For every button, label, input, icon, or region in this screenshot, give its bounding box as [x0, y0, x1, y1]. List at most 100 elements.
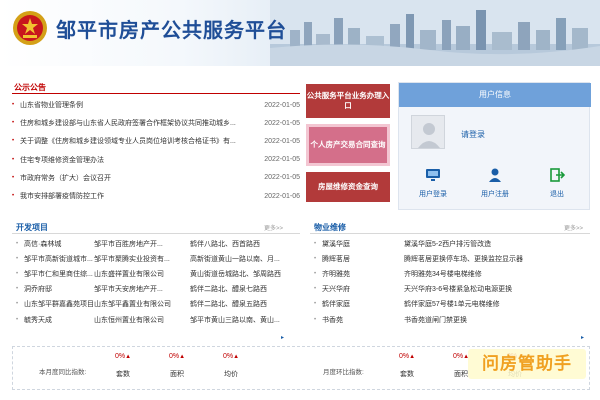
notices-divider — [12, 93, 300, 94]
projects-title: 开发项目 — [16, 223, 48, 232]
bullet-icon: • — [314, 270, 317, 277]
scroll-arrow-icon[interactable]: ▸ — [281, 334, 284, 341]
table-row[interactable]: • 高信·森林城 邹平市百胜房地产开... 鹤伴八路北、西首路西 — [16, 236, 300, 251]
enterprise-service-entry-button[interactable]: 公共服务平台业务办理入口 — [306, 84, 390, 118]
project-company: 山东盛祥置业有限公司 — [94, 270, 164, 278]
exit-icon — [550, 168, 565, 182]
stat-name: 均价 — [224, 371, 238, 378]
repair-community[interactable]: 鹤伴家庭 — [322, 299, 404, 309]
stat-name: 套数 — [400, 371, 414, 378]
user-register-label: 用户注册 — [481, 191, 509, 198]
stat-units-mom: 0%▲ 套数 — [387, 353, 427, 379]
repair-detail: 鹤伴家庭57号楼1单元电梯维修 — [404, 301, 500, 309]
bullet-icon: • — [314, 255, 317, 262]
repair-community[interactable]: 齐明雅苑 — [322, 269, 404, 279]
bullet-icon: • — [12, 156, 15, 163]
table-row[interactable]: • 齐明雅苑 齐明雅苑34号楼电梯维修 — [314, 266, 590, 281]
monthly-mom-label: 月度环比指数: — [323, 369, 364, 376]
table-row[interactable]: • 山东邹平群嘉鑫苑项目 山东邹平鑫置业有限公司 鹤伴二路北、醴泉五路西 — [16, 297, 300, 312]
scroll-arrow-icon[interactable]: ▸ — [581, 334, 584, 341]
list-item[interactable]: • 山东省物业管理条例 2022-01-05 — [12, 96, 300, 114]
stat-area-yoy: 0%▲ 面积 — [157, 353, 197, 379]
notice-list: • 山东省物业管理条例 2022-01-05 • 住房和城乡建设部与山东省人民政… — [12, 96, 300, 205]
project-address: 鹤伴二路北、醴泉七路西 — [190, 286, 267, 294]
repair-community[interactable]: 腾辉茗居 — [322, 254, 404, 264]
project-company: 邹平市天安房地产开... — [94, 286, 163, 294]
table-row[interactable]: • 书香苑 书香苑道闸门禁更换 — [314, 312, 590, 327]
project-address: 鹤伴八路北、西首路西 — [190, 240, 260, 248]
notice-date: 2022-01-05 — [264, 156, 300, 164]
monthly-yoy-label: 本月度同比指数: — [39, 369, 87, 376]
table-row[interactable]: • 邹平市仁和里商住综... 山东盛祥置业有限公司 黄山街道岳城路北、邹周路西 — [16, 266, 300, 281]
maintenance-fund-query-button[interactable]: 房屋维修资金查询 — [306, 172, 390, 202]
national-emblem-icon — [13, 11, 47, 45]
repair-community[interactable]: 天兴华府 — [322, 284, 404, 294]
site-title: 邹平市房产公共服务平台 — [56, 20, 287, 42]
list-item[interactable]: • 住宅专项维修资金管理办法 2022-01-05 — [12, 151, 300, 169]
personal-contract-query-button[interactable]: 个人房产交易合同查询 — [306, 124, 390, 166]
project-name[interactable]: 邹平市仁和里商住综... — [24, 269, 94, 279]
notice-text[interactable]: 市政府常务（扩大）会议召开 — [20, 173, 258, 183]
user-register-icon — [489, 168, 501, 182]
repair-community[interactable]: 黛溪华庭 — [322, 239, 404, 249]
user-login-button[interactable]: 用户登录 — [409, 167, 457, 199]
stat-percent: 0% — [114, 353, 126, 360]
project-company: 邹平市聚腾实业投资有... — [94, 255, 170, 263]
bullet-icon: • — [314, 301, 317, 308]
bullet-icon: • — [12, 193, 15, 200]
project-company: 山东恒州置业有限公司 — [94, 316, 164, 324]
project-name[interactable]: 邹平市高新街道城市... — [24, 254, 94, 264]
projects-more-link[interactable]: 更多>> — [264, 223, 283, 232]
list-item[interactable]: • 市政府常务（扩大）会议召开 2022-01-05 — [12, 169, 300, 187]
project-name[interactable]: 高信·森林城 — [24, 239, 94, 249]
notice-text[interactable]: 住宅专项维修资金管理办法 — [20, 155, 258, 165]
notice-date: 2022-01-06 — [264, 192, 300, 200]
project-name[interactable]: 山东邹平群嘉鑫苑项目 — [24, 299, 94, 309]
list-item[interactable]: • 我市安排部署疫情防控工作 2022-01-06 — [12, 187, 300, 205]
list-item[interactable]: • 住房和城乡建设部与山东省人民政府签署合作框架协议共同推动城乡... 2022… — [12, 114, 300, 132]
bullet-icon: • — [12, 102, 15, 109]
logout-button[interactable]: 退出 — [533, 167, 581, 199]
table-row[interactable]: • 毓秀天成 山东恒州置业有限公司 邹平市黄山三路以南、黄山... — [16, 312, 300, 327]
repair-title: 物业维修 — [314, 223, 346, 232]
projects-table: • 高信·森林城 邹平市百胜房地产开... 鹤伴八路北、西首路西 • 邹平市高新… — [16, 236, 300, 327]
notices-title: 公示公告 — [14, 83, 46, 92]
bullet-icon: • — [12, 120, 15, 127]
monitor-login-icon — [426, 169, 440, 181]
avatar-placeholder-icon — [418, 123, 440, 148]
table-row[interactable]: • 天兴华府 天兴华府3-6号楼紧急松动电源更换 — [314, 282, 590, 297]
projects-divider — [12, 233, 300, 234]
table-row[interactable]: • 腾辉茗居 腾辉茗居更换停车场、更换监控显示器 — [314, 251, 590, 266]
project-address: 黄山街道岳城路北、邹周路西 — [190, 270, 281, 278]
notice-text[interactable]: 住房和城乡建设部与山东省人民政府签署合作框架协议共同推动城乡... — [20, 118, 258, 128]
login-link[interactable]: 请登录 — [461, 129, 485, 140]
project-name[interactable]: 洞乔府邸 — [24, 284, 94, 294]
bullet-icon: • — [314, 240, 317, 247]
table-row[interactable]: • 鹤伴家庭 鹤伴家庭57号楼1单元电梯维修 — [314, 297, 590, 312]
repair-more-link[interactable]: 更多>> — [564, 223, 583, 232]
notice-text[interactable]: 山东省物业管理条例 — [20, 100, 258, 110]
stat-units-yoy: 0%▲ 套数 — [103, 353, 143, 379]
user-panel-title: 用户信息 — [399, 83, 591, 107]
up-arrow-icon: ▲ — [409, 354, 416, 360]
bullet-icon: • — [12, 174, 15, 181]
table-row[interactable]: • 邹平市高新街道城市... 邹平市聚腾实业投资有... 高新街道黄山一路以南、… — [16, 251, 300, 266]
notice-text[interactable]: 我市安排部署疫情防控工作 — [20, 191, 258, 201]
table-row[interactable]: • 黛溪华庭 黛溪华庭5-2西户排污管改造 — [314, 236, 590, 251]
project-address: 鹤伴二路北、醴泉五路西 — [190, 301, 267, 309]
notice-text[interactable]: 关于调整《住房和城乡建设领域专业人员岗位培训考核合格证书》有... — [20, 136, 258, 146]
bullet-icon: • — [12, 138, 15, 145]
user-register-button[interactable]: 用户注册 — [471, 167, 519, 199]
repair-community[interactable]: 书香苑 — [322, 315, 404, 325]
bullet-icon: • — [314, 316, 317, 323]
table-row[interactable]: • 洞乔府邸 邹平市天安房地产开... 鹤伴二路北、醴泉七路西 — [16, 282, 300, 297]
bullet-icon: • — [16, 286, 19, 293]
list-item[interactable]: • 关于调整《住房和城乡建设领域专业人员岗位培训考核合格证书》有... 2022… — [12, 132, 300, 150]
notice-date: 2022-01-05 — [264, 101, 300, 109]
project-address: 邹平市黄山三路以南、黄山... — [190, 316, 280, 324]
stat-name: 套数 — [116, 371, 130, 378]
city-skyline-banner — [270, 0, 600, 66]
watermark-logo: 问房管助手 — [468, 349, 586, 379]
project-name[interactable]: 毓秀天成 — [24, 315, 94, 325]
notice-date: 2022-01-05 — [264, 119, 300, 127]
